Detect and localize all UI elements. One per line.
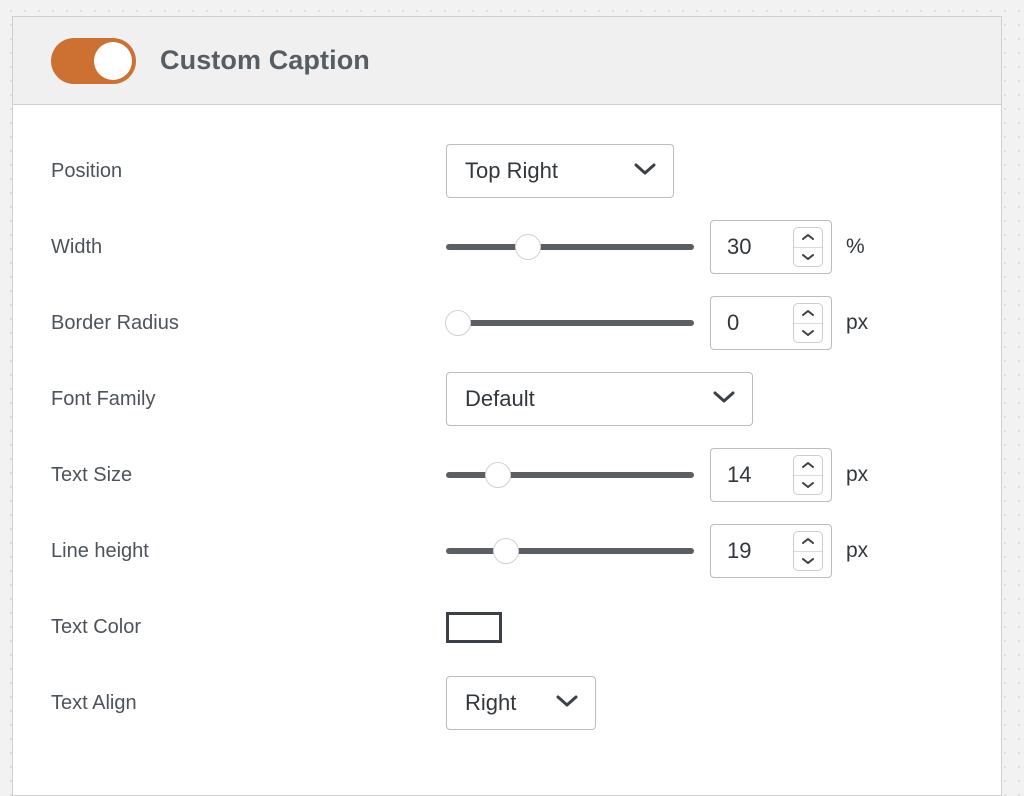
border-radius-slider-knob[interactable]	[445, 310, 472, 336]
line-height-value: 19	[727, 538, 752, 563]
text-size-value: 14	[727, 462, 752, 487]
label-text-size: Text Size	[51, 463, 133, 486]
spinner-up-icon[interactable]	[794, 532, 822, 552]
spinner-down-icon[interactable]	[794, 476, 822, 495]
label-width: Width	[51, 235, 103, 258]
row-font-family: Font Family Default	[13, 361, 1001, 437]
label-position: Position	[51, 159, 123, 182]
width-value: 30	[727, 234, 752, 259]
text-color-swatch[interactable]	[446, 611, 502, 643]
text-size-number-field[interactable]: 14	[710, 448, 832, 502]
label-text-align: Text Align	[51, 691, 137, 714]
label-text-color: Text Color	[51, 615, 142, 638]
label-font-family: Font Family	[51, 387, 156, 410]
line-height-stepper[interactable]	[793, 531, 823, 571]
border-radius-number-field[interactable]: 0	[710, 296, 832, 350]
width-slider[interactable]	[446, 232, 694, 262]
spinner-down-icon[interactable]	[794, 324, 822, 343]
control-text-color	[446, 611, 502, 643]
row-text-align: Text Align Right	[13, 665, 1001, 741]
spinner-up-icon[interactable]	[794, 228, 822, 248]
chevron-down-icon	[712, 390, 736, 409]
border-radius-slider[interactable]	[445, 308, 694, 338]
line-height-number-field[interactable]: 19	[710, 524, 832, 578]
spinner-up-icon[interactable]	[794, 304, 822, 324]
width-stepper[interactable]	[793, 227, 823, 267]
text-size-slider-knob[interactable]	[485, 462, 512, 488]
text-size-slider-track	[446, 472, 694, 478]
row-line-height: Line height 19 px	[13, 513, 1001, 589]
border-radius-stepper[interactable]	[793, 303, 823, 343]
chevron-down-icon	[555, 694, 579, 713]
control-width: 30 %	[446, 220, 865, 274]
spinner-down-icon[interactable]	[794, 552, 822, 571]
row-position: Position Top Right	[13, 133, 1001, 209]
width-slider-knob[interactable]	[514, 234, 541, 260]
control-border-radius: 0 px	[445, 296, 869, 350]
spinner-up-icon[interactable]	[794, 456, 822, 476]
control-line-height: 19 px	[446, 524, 868, 578]
width-slider-track	[446, 244, 694, 250]
line-height-slider[interactable]	[446, 536, 694, 566]
row-text-color: Text Color	[13, 589, 1001, 665]
text-align-select[interactable]: Right	[446, 676, 596, 730]
font-family-select-value: Default	[465, 386, 535, 411]
border-radius-slider-track	[446, 320, 694, 326]
control-font-family: Default	[446, 372, 753, 426]
page-title: Custom Caption	[160, 45, 370, 75]
chevron-down-icon	[633, 162, 657, 181]
text-align-select-value: Right	[465, 690, 517, 715]
position-select[interactable]: Top Right	[446, 144, 674, 198]
spinner-down-icon[interactable]	[794, 248, 822, 267]
text-size-stepper[interactable]	[793, 455, 823, 495]
label-line-height: Line height	[51, 539, 149, 562]
width-number-field[interactable]: 30	[710, 220, 832, 274]
panel-header: Custom Caption	[13, 17, 1001, 105]
control-text-size: 14 px	[446, 448, 868, 502]
line-height-slider-track	[446, 548, 694, 554]
row-text-size: Text Size 14 px	[13, 437, 1001, 513]
row-border-radius: Border Radius 0 px	[13, 285, 1001, 361]
border-radius-unit: px	[846, 311, 869, 334]
line-height-unit: px	[846, 539, 869, 562]
text-size-slider[interactable]	[446, 460, 694, 490]
custom-caption-panel: Custom Caption Position Top Right Width	[12, 16, 1002, 796]
border-radius-value: 0	[727, 310, 740, 335]
toggle-knob	[94, 41, 132, 80]
panel-body: Position Top Right Width 30 % Border Rad…	[13, 105, 1001, 741]
custom-caption-toggle[interactable]	[51, 37, 136, 84]
font-family-select[interactable]: Default	[446, 372, 753, 426]
control-text-align: Right	[446, 676, 596, 730]
line-height-slider-knob[interactable]	[492, 538, 519, 564]
row-width: Width 30 %	[13, 209, 1001, 285]
control-position: Top Right	[446, 144, 674, 198]
label-border-radius: Border Radius	[51, 311, 179, 334]
text-size-unit: px	[846, 463, 869, 486]
position-select-value: Top Right	[465, 158, 558, 183]
width-unit: %	[846, 235, 865, 258]
